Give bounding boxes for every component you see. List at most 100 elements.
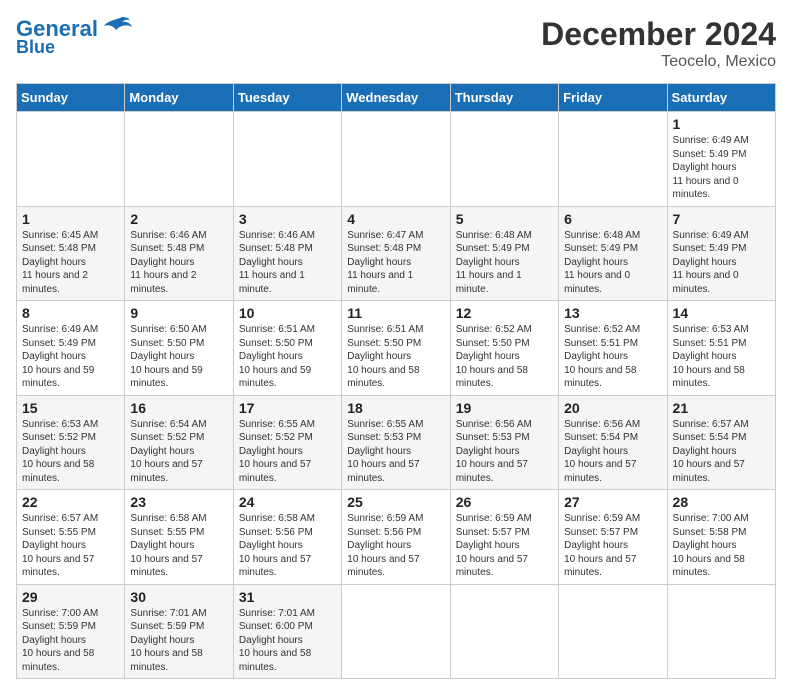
- day-number: 28: [673, 494, 770, 510]
- day-number: 15: [22, 400, 119, 416]
- logo-bird-icon: [100, 16, 132, 38]
- day-info: Sunrise: 6:55 AMSunset: 5:53 PMDaylight …: [347, 418, 444, 486]
- day-number: 2: [130, 211, 227, 227]
- day-number: 1: [673, 116, 770, 132]
- day-info: Sunrise: 7:01 AMSunset: 5:59 PMDaylight …: [130, 607, 227, 675]
- day-info: Sunrise: 6:53 AMSunset: 5:52 PMDaylight …: [22, 418, 119, 486]
- day-info: Sunrise: 6:58 AMSunset: 5:55 PMDaylight …: [130, 512, 227, 580]
- calendar-cell: 27Sunrise: 6:59 AMSunset: 5:57 PMDayligh…: [559, 490, 667, 585]
- calendar-cell: 1 Sunrise: 6:49 AMSunset: 5:49 PMDaylight…: [667, 112, 775, 207]
- calendar-cell: 8Sunrise: 6:49 AMSunset: 5:49 PMDaylight…: [17, 301, 125, 396]
- calendar-cell: 18 Sunrise: 6:55 AMSunset: 5:53 PMDayligh…: [342, 395, 450, 490]
- day-number: 17: [239, 400, 336, 416]
- day-number: 29: [22, 589, 119, 605]
- header-wednesday: Wednesday: [342, 84, 450, 112]
- day-number: 6: [564, 211, 661, 227]
- calendar-cell: 20 Sunrise: 6:56 AMSunset: 5:54 PMDayligh…: [559, 395, 667, 490]
- day-number: 9: [130, 305, 227, 321]
- calendar-cell: 10 Sunrise: 6:51 AMSunset: 5:50 PMDayligh…: [233, 301, 341, 396]
- calendar-cell: 16Sunrise: 6:54 AMSunset: 5:52 PMDayligh…: [125, 395, 233, 490]
- day-info: Sunrise: 6:52 AMSunset: 5:51 PMDaylight …: [564, 323, 661, 391]
- calendar-week-row: 1 Sunrise: 6:49 AMSunset: 5:49 PMDaylight…: [17, 112, 776, 207]
- calendar-cell: 13Sunrise: 6:52 AMSunset: 5:51 PMDayligh…: [559, 301, 667, 396]
- day-number: 19: [456, 400, 553, 416]
- day-number: 31: [239, 589, 336, 605]
- day-number: 21: [673, 400, 770, 416]
- day-info: Sunrise: 6:56 AMSunset: 5:53 PMDaylight …: [456, 418, 553, 486]
- calendar-cell: 23Sunrise: 6:58 AMSunset: 5:55 PMDayligh…: [125, 490, 233, 585]
- day-info: Sunrise: 6:56 AMSunset: 5:54 PMDaylight …: [564, 418, 661, 486]
- calendar-cell: [17, 112, 125, 207]
- calendar-cell: [450, 112, 558, 207]
- calendar-cell: [125, 112, 233, 207]
- header-monday: Monday: [125, 84, 233, 112]
- header-thursday: Thursday: [450, 84, 558, 112]
- day-info: Sunrise: 6:46 AMSunset: 5:48 PMDaylight …: [239, 229, 336, 297]
- calendar-cell: 14 Sunrise: 6:53 AMSunset: 5:51 PMDayligh…: [667, 301, 775, 396]
- day-info: Sunrise: 6:49 AMSunset: 5:49 PMDaylight …: [22, 323, 119, 391]
- logo-blue-text: Blue: [16, 38, 55, 56]
- day-info: Sunrise: 6:57 AMSunset: 5:54 PMDaylight …: [673, 418, 770, 486]
- day-number: 25: [347, 494, 444, 510]
- day-number: 11: [347, 305, 444, 321]
- day-info: Sunrise: 6:57 AMSunset: 5:55 PMDaylight …: [22, 512, 119, 580]
- calendar-cell: [559, 584, 667, 679]
- calendar-cell: [559, 112, 667, 207]
- day-info: Sunrise: 6:59 AMSunset: 5:57 PMDaylight …: [456, 512, 553, 580]
- day-info: Sunrise: 6:48 AMSunset: 5:49 PMDaylight …: [564, 229, 661, 297]
- day-info: Sunrise: 7:00 AMSunset: 5:59 PMDaylight …: [22, 607, 119, 675]
- calendar-cell: [342, 112, 450, 207]
- calendar-week-row: 1Sunrise: 6:45 AMSunset: 5:48 PMDaylight…: [17, 206, 776, 301]
- calendar-header-row: SundayMondayTuesdayWednesdayThursdayFrid…: [17, 84, 776, 112]
- calendar-subtitle: Teocelo, Mexico: [541, 53, 776, 71]
- day-number: 3: [239, 211, 336, 227]
- day-info: Sunrise: 6:58 AMSunset: 5:56 PMDaylight …: [239, 512, 336, 580]
- day-number: 22: [22, 494, 119, 510]
- day-info: Sunrise: 7:01 AMSunset: 6:00 PMDaylight …: [239, 607, 336, 675]
- calendar-cell: 28Sunrise: 7:00 AMSunset: 5:58 PMDayligh…: [667, 490, 775, 585]
- calendar-week-row: 22 Sunrise: 6:57 AMSunset: 5:55 PMDayligh…: [17, 490, 776, 585]
- day-number: 27: [564, 494, 661, 510]
- day-info: Sunrise: 6:49 AMSunset: 5:49 PMDaylight …: [673, 229, 770, 297]
- calendar-cell: 1Sunrise: 6:45 AMSunset: 5:48 PMDaylight…: [17, 206, 125, 301]
- header-tuesday: Tuesday: [233, 84, 341, 112]
- calendar-cell: 9Sunrise: 6:50 AMSunset: 5:50 PMDaylight…: [125, 301, 233, 396]
- calendar-cell: 26Sunrise: 6:59 AMSunset: 5:57 PMDayligh…: [450, 490, 558, 585]
- calendar-cell: 25 Sunrise: 6:59 AMSunset: 5:56 PMDayligh…: [342, 490, 450, 585]
- page-header: General Blue December 2024 Teocelo, Mexi…: [16, 16, 776, 71]
- day-number: 7: [673, 211, 770, 227]
- day-number: 5: [456, 211, 553, 227]
- calendar-table: SundayMondayTuesdayWednesdayThursdayFrid…: [16, 83, 776, 679]
- day-number: 20: [564, 400, 661, 416]
- calendar-cell: 21 Sunrise: 6:57 AMSunset: 5:54 PMDayligh…: [667, 395, 775, 490]
- calendar-cell: 17Sunrise: 6:55 AMSunset: 5:52 PMDayligh…: [233, 395, 341, 490]
- day-number: 1: [22, 211, 119, 227]
- calendar-cell: [342, 584, 450, 679]
- title-block: December 2024 Teocelo, Mexico: [541, 16, 776, 71]
- header-sunday: Sunday: [17, 84, 125, 112]
- calendar-week-row: 8Sunrise: 6:49 AMSunset: 5:49 PMDaylight…: [17, 301, 776, 396]
- day-number: 10: [239, 305, 336, 321]
- day-number: 18: [347, 400, 444, 416]
- day-info: Sunrise: 6:48 AMSunset: 5:49 PMDaylight …: [456, 229, 553, 297]
- calendar-cell: [450, 584, 558, 679]
- calendar-cell: 5 Sunrise: 6:48 AMSunset: 5:49 PMDaylight…: [450, 206, 558, 301]
- day-info: Sunrise: 6:46 AMSunset: 5:48 PMDaylight …: [130, 229, 227, 297]
- header-friday: Friday: [559, 84, 667, 112]
- day-info: Sunrise: 6:59 AMSunset: 5:56 PMDaylight …: [347, 512, 444, 580]
- day-info: Sunrise: 6:51 AMSunset: 5:50 PMDaylight …: [239, 323, 336, 391]
- day-info: Sunrise: 6:47 AMSunset: 5:48 PMDaylight …: [347, 229, 444, 297]
- calendar-week-row: 29 Sunrise: 7:00 AMSunset: 5:59 PMDayligh…: [17, 584, 776, 679]
- calendar-cell: 2 Sunrise: 6:46 AMSunset: 5:48 PMDaylight…: [125, 206, 233, 301]
- calendar-cell: 3 Sunrise: 6:46 AMSunset: 5:48 PMDaylight…: [233, 206, 341, 301]
- day-number: 24: [239, 494, 336, 510]
- day-info: Sunrise: 6:49 AMSunset: 5:49 PMDaylight …: [673, 134, 770, 202]
- calendar-cell: 19 Sunrise: 6:56 AMSunset: 5:53 PMDayligh…: [450, 395, 558, 490]
- day-info: Sunrise: 6:53 AMSunset: 5:51 PMDaylight …: [673, 323, 770, 391]
- day-number: 14: [673, 305, 770, 321]
- calendar-cell: [233, 112, 341, 207]
- calendar-cell: 15 Sunrise: 6:53 AMSunset: 5:52 PMDayligh…: [17, 395, 125, 490]
- calendar-cell: 22 Sunrise: 6:57 AMSunset: 5:55 PMDayligh…: [17, 490, 125, 585]
- calendar-cell: 24 Sunrise: 6:58 AMSunset: 5:56 PMDayligh…: [233, 490, 341, 585]
- calendar-cell: 7 Sunrise: 6:49 AMSunset: 5:49 PMDaylight…: [667, 206, 775, 301]
